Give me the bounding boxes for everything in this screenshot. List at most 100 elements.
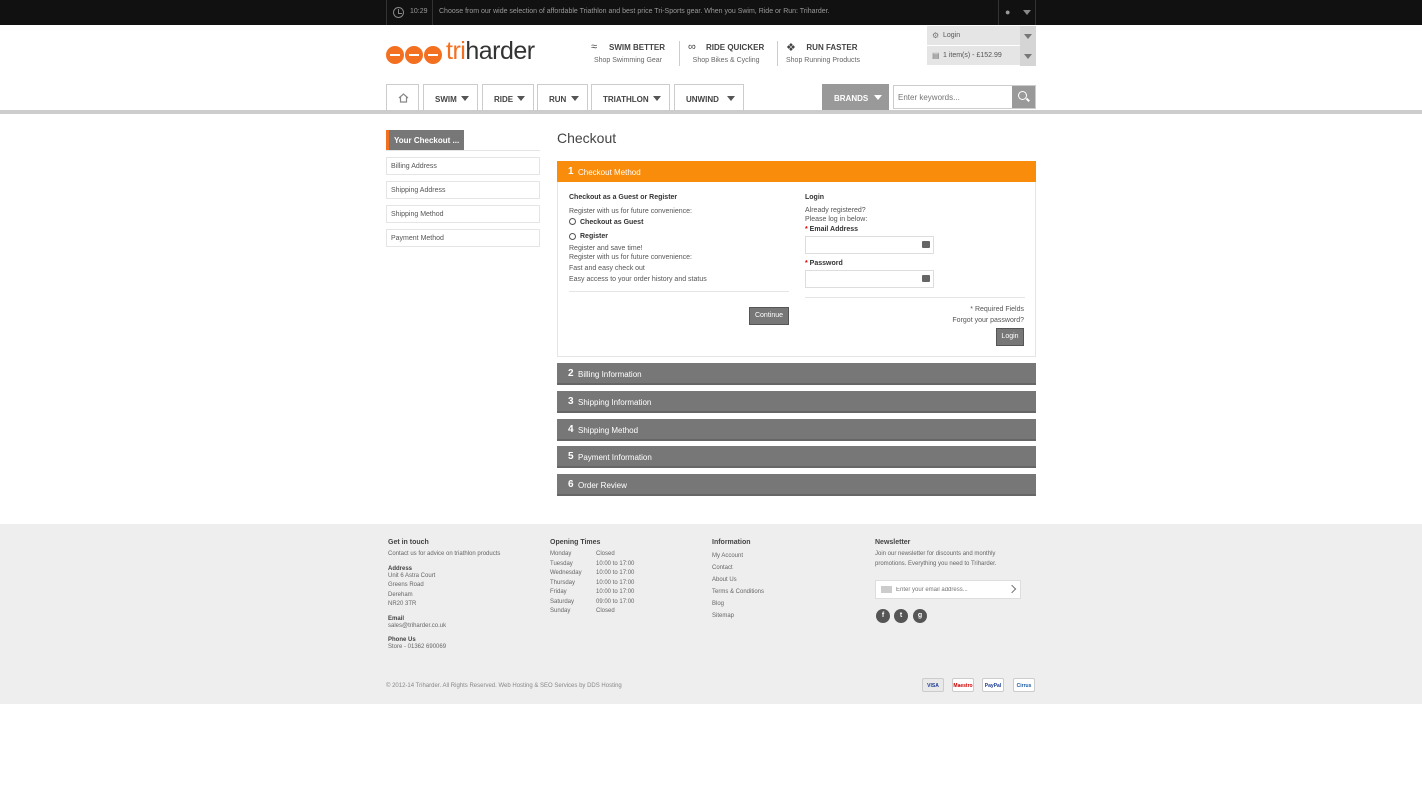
register-convenience: Register with us for future convenience:: [569, 254, 692, 261]
top-time: 10:29: [410, 8, 428, 15]
register-radio[interactable]: [569, 233, 576, 240]
divider: [679, 41, 680, 66]
email-field[interactable]: [805, 236, 934, 254]
footer-link-sitemap[interactable]: Sitemap: [712, 610, 764, 622]
login-label: Login: [943, 32, 961, 39]
nav-run[interactable]: RUN: [537, 84, 588, 110]
address-line: Dereham: [388, 591, 413, 598]
nav-swim[interactable]: SWIM: [423, 84, 478, 110]
day: Sunday: [550, 608, 571, 614]
forgot-password-link[interactable]: Forgot your password?: [952, 317, 1024, 324]
usp-ride[interactable]: ∞ RIDE QUICKER Shop Bikes & Cycling: [688, 41, 765, 64]
hours: Closed: [596, 551, 615, 557]
guest-intro: Register with us for future convenience:: [569, 208, 692, 215]
register-benefit: Fast and easy check out: [569, 265, 645, 272]
required-fields-note: * Required Fields: [970, 306, 1024, 313]
step-billing-information[interactable]: 2 Billing Information: [557, 363, 1036, 385]
hours: 10:00 to 17:00: [596, 579, 635, 586]
guest-radio[interactable]: [569, 218, 576, 225]
continue-button[interactable]: Continue: [749, 307, 789, 325]
step-label: Shipping Information: [578, 398, 652, 407]
newsletter-form: [875, 580, 1021, 599]
nav-label: SWIM: [435, 95, 457, 104]
step-order-review[interactable]: 6 Order Review: [557, 474, 1036, 496]
day: Thursday: [550, 579, 576, 586]
step-payment-information[interactable]: 5 Payment Information: [557, 446, 1036, 468]
user-icon: ●: [1005, 7, 1011, 17]
user-menu[interactable]: ●: [998, 0, 1037, 25]
password-label: Password: [809, 260, 843, 267]
paypal-card-icon: PayPal: [982, 678, 1004, 692]
nav-unwind[interactable]: UNWIND: [674, 84, 744, 110]
twitter-icon[interactable]: t: [894, 609, 908, 623]
step-number: 1: [568, 166, 574, 177]
footer-link-terms[interactable]: Terms & Conditions: [712, 586, 764, 598]
step-shipping-information[interactable]: 3 Shipping Information: [557, 391, 1036, 413]
logo-prefix: tri: [446, 37, 466, 65]
step-number: 3: [568, 396, 574, 407]
footer-link-blog[interactable]: Blog: [712, 598, 764, 610]
cart-dropdown[interactable]: ▤ 1 item(s) - £152.99: [927, 46, 1036, 66]
chevron-down-icon[interactable]: [1020, 26, 1036, 46]
register-radio-label[interactable]: Register: [580, 233, 608, 240]
logo-suffix: harder: [465, 37, 535, 65]
footer-opening-times: Opening Times Monday Closed Tuesday 10:00 …: [550, 539, 634, 617]
footer-email-link[interactable]: sales@triharder.co.uk: [388, 622, 500, 632]
home-icon: [398, 93, 409, 103]
step-shipping-method[interactable]: 4 Shipping Method: [557, 419, 1036, 441]
brands-button[interactable]: BRANDS: [822, 84, 889, 110]
footer-get-in-touch: Get in touch Contact us for advice on tr…: [388, 539, 500, 653]
footer: Get in touch Contact us for advice on tr…: [0, 524, 1422, 704]
page-title: Checkout: [557, 130, 617, 146]
footer-newsletter: Newsletter Join our newsletter for disco…: [875, 539, 996, 569]
usp-swim[interactable]: ≈ SWIM BETTER Shop Swimming Gear: [591, 41, 665, 64]
footer-heading: Opening Times: [550, 539, 601, 546]
chevron-down-icon: [874, 95, 882, 100]
step-label: Billing Information: [578, 370, 642, 379]
runner-icon: ❖: [786, 42, 796, 54]
step-number: 2: [568, 368, 574, 379]
sidebar-item-billing-address[interactable]: Billing Address: [386, 157, 540, 175]
divider: [569, 291, 789, 292]
footer-link-about-us[interactable]: About Us: [712, 574, 764, 586]
footer-heading: Newsletter: [875, 539, 911, 546]
register-save-time: Register and save time!: [569, 245, 643, 252]
nav-ride[interactable]: RIDE: [482, 84, 534, 110]
search-icon: [1018, 91, 1027, 100]
sidebar-item-payment-method[interactable]: Payment Method: [386, 229, 540, 247]
footer-information: Information My Account Contact About Us …: [712, 539, 764, 622]
step-label: Payment Information: [578, 453, 652, 462]
guest-radio-label[interactable]: Checkout as Guest: [580, 219, 643, 226]
opening-table: Monday Closed Tuesday 10:00 to 17:00 Wedne…: [550, 550, 634, 617]
step-label: Order Review: [578, 481, 627, 490]
newsletter-email-input[interactable]: [896, 585, 1006, 595]
login-dropdown[interactable]: ⚙ Login: [927, 26, 1036, 46]
nav-triathlon[interactable]: TRIATHLON: [591, 84, 670, 110]
search-button[interactable]: [1012, 86, 1035, 108]
search-input[interactable]: [898, 90, 1008, 104]
sidebar-item-shipping-method[interactable]: Shipping Method: [386, 205, 540, 223]
day: Monday: [550, 551, 572, 557]
login-button[interactable]: Login: [996, 328, 1024, 346]
usp-run[interactable]: ❖ RUN FASTER Shop Running Products: [786, 42, 860, 64]
sidebar-title: Your Checkout ...: [386, 130, 464, 150]
password-field[interactable]: [805, 270, 934, 288]
footer-heading: Information: [712, 539, 751, 546]
footer-link-my-account[interactable]: My Account: [712, 550, 764, 562]
usp-title: RIDE QUICKER: [706, 43, 765, 52]
footer-link-contact[interactable]: Contact: [712, 562, 764, 574]
step-label: Checkout Method: [578, 168, 641, 177]
google-plus-icon[interactable]: g: [913, 609, 927, 623]
clock-icon: [393, 7, 404, 18]
facebook-icon[interactable]: f: [876, 609, 890, 623]
envelope-icon: [881, 586, 892, 593]
search-box: [893, 85, 1036, 109]
checkout-sidebar: Your Checkout ... Billing Address Shippi…: [386, 130, 540, 247]
home-button[interactable]: [386, 84, 419, 110]
account-box: ⚙ Login ▤ 1 item(s) - £152.99: [927, 26, 1036, 67]
chevron-down-icon[interactable]: [1020, 46, 1036, 66]
chevron-right-icon[interactable]: [1007, 584, 1017, 594]
bike-logo-icon: [386, 46, 442, 64]
step-checkout-method[interactable]: 1 Checkout Method: [557, 161, 1036, 182]
sidebar-item-shipping-address[interactable]: Shipping Address: [386, 181, 540, 199]
